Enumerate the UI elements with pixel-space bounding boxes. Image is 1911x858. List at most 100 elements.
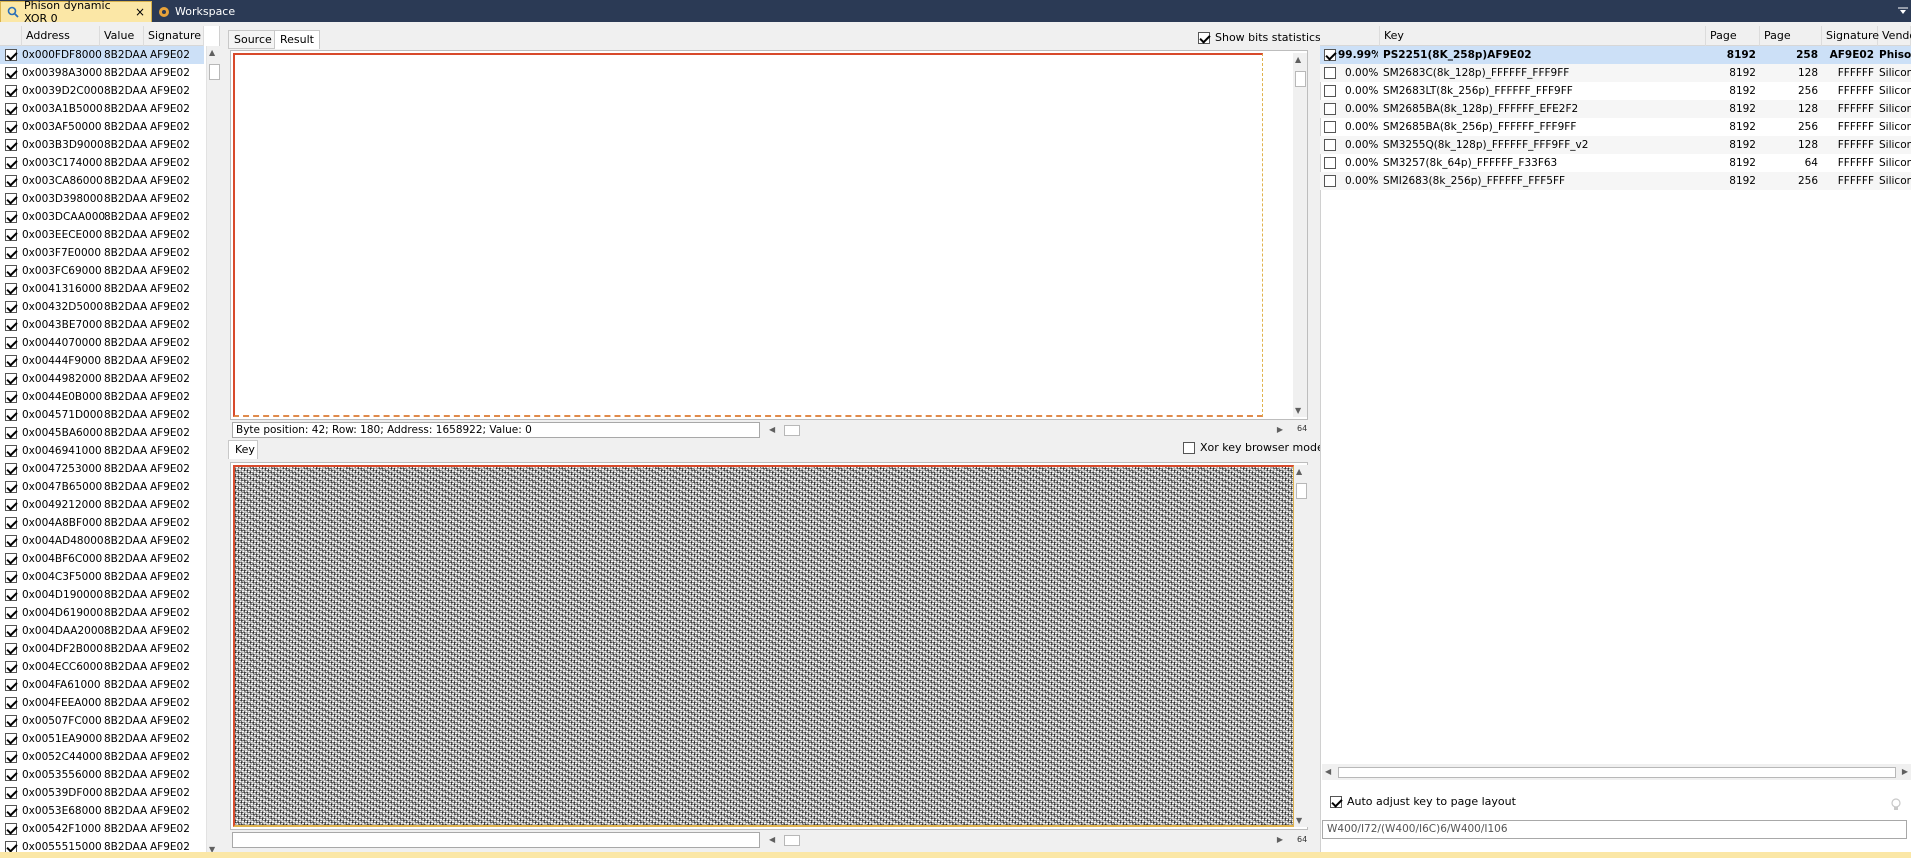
table-row[interactable]: 0x004BF6C000 8B2DAA AF9E02 bbox=[0, 550, 204, 568]
scroll-thumb[interactable] bbox=[1296, 483, 1307, 499]
table-row[interactable]: 0x004FA61000 8B2DAA AF9E02 bbox=[0, 676, 204, 694]
scroll-thumb[interactable] bbox=[1295, 71, 1306, 87]
table-row[interactable]: 0x0044982000 8B2DAA AF9E02 bbox=[0, 370, 204, 388]
table-row[interactable]: 0x00542F1000 8B2DAA AF9E02 bbox=[0, 820, 204, 838]
key-horizontal-scrollbar[interactable]: ◀ ▶ bbox=[766, 832, 1286, 848]
xor-key-browser-toggle[interactable]: Xor key browser mode bbox=[1178, 441, 1324, 454]
key-row-checkbox[interactable] bbox=[1324, 85, 1336, 97]
row-checkbox[interactable] bbox=[5, 211, 17, 223]
scroll-right-icon[interactable]: ▶ bbox=[1277, 425, 1283, 434]
row-checkbox[interactable] bbox=[5, 823, 17, 835]
table-row[interactable]: 0x0053E68000 8B2DAA AF9E02 bbox=[0, 802, 204, 820]
row-checkbox[interactable] bbox=[5, 121, 17, 133]
scroll-up-icon[interactable]: ▲ bbox=[1296, 467, 1302, 476]
table-row[interactable]: 0x0043BE7000 8B2DAA AF9E02 bbox=[0, 316, 204, 334]
key-row[interactable]: 0.00% SM3255Q(8k_128p)_FFFFFF_FFF9FF_v2 81… bbox=[1320, 136, 1911, 154]
table-row[interactable]: 0x003CA86000 8B2DAA AF9E02 bbox=[0, 172, 204, 190]
scroll-right-icon[interactable]: ▶ bbox=[1277, 835, 1283, 844]
key-row-checkbox[interactable] bbox=[1324, 67, 1336, 79]
row-checkbox[interactable] bbox=[5, 265, 17, 277]
row-checkbox[interactable] bbox=[5, 787, 17, 799]
row-checkbox[interactable] bbox=[5, 571, 17, 583]
header-key[interactable]: Key bbox=[1380, 26, 1706, 46]
tab-phison-dynamic-xor[interactable]: Phison dynamic XOR 0 × bbox=[0, 0, 152, 25]
row-checkbox[interactable] bbox=[5, 85, 17, 97]
table-row[interactable]: 0x00507FC000 8B2DAA AF9E02 bbox=[0, 712, 204, 730]
tab-result[interactable]: Result bbox=[274, 30, 320, 49]
row-checkbox[interactable] bbox=[5, 679, 17, 691]
address-list-scrollbar[interactable]: ▲ ▼ bbox=[206, 46, 220, 856]
row-checkbox[interactable] bbox=[5, 391, 17, 403]
row-checkbox[interactable] bbox=[5, 553, 17, 565]
table-row[interactable]: 0x00539DF000 8B2DAA AF9E02 bbox=[0, 784, 204, 802]
table-row[interactable]: 0x003D398000 8B2DAA AF9E02 bbox=[0, 190, 204, 208]
row-checkbox[interactable] bbox=[5, 445, 17, 457]
key-row[interactable]: 0.00% SM2685BA(8k_256p)_FFFFFF_FFF9FF 8192… bbox=[1320, 118, 1911, 136]
show-bits-checkbox[interactable] bbox=[1198, 31, 1210, 44]
scroll-right-icon[interactable]: ▶ bbox=[1902, 767, 1908, 776]
bulb-icon[interactable] bbox=[1889, 797, 1903, 811]
table-row[interactable]: 0x003AF50000 8B2DAA AF9E02 bbox=[0, 118, 204, 136]
scroll-left-icon[interactable]: ◀ bbox=[769, 835, 775, 844]
row-checkbox[interactable] bbox=[5, 463, 17, 475]
row-checkbox[interactable] bbox=[5, 499, 17, 511]
result-vertical-scrollbar[interactable]: ▲ ▼ bbox=[1293, 53, 1307, 417]
table-row[interactable]: 0x004D619000 8B2DAA AF9E02 bbox=[0, 604, 204, 622]
table-row[interactable]: 0x004C3F5000 8B2DAA AF9E02 bbox=[0, 568, 204, 586]
row-checkbox[interactable] bbox=[5, 643, 17, 655]
key-row-checkbox[interactable] bbox=[1324, 157, 1336, 169]
table-row[interactable]: 0x00444F9000 8B2DAA AF9E02 bbox=[0, 352, 204, 370]
header-vendor[interactable]: Vendor bbox=[1878, 26, 1911, 46]
key-row-checkbox[interactable] bbox=[1324, 175, 1336, 187]
table-row[interactable]: 0x0052C44000 8B2DAA AF9E02 bbox=[0, 748, 204, 766]
tab-source[interactable]: Source bbox=[228, 30, 278, 49]
key-row[interactable]: 0.00% SMI2683(8k_256p)_FFFFFF_FFF5FF 8192 2… bbox=[1320, 172, 1911, 190]
row-checkbox[interactable] bbox=[5, 697, 17, 709]
key-row-checkbox[interactable] bbox=[1324, 103, 1336, 115]
key-row-checkbox[interactable] bbox=[1324, 121, 1336, 133]
row-checkbox[interactable] bbox=[5, 535, 17, 547]
scroll-thumb[interactable] bbox=[784, 835, 800, 846]
table-row[interactable]: 0x004DAA2000 8B2DAA AF9E02 bbox=[0, 622, 204, 640]
row-checkbox[interactable] bbox=[5, 193, 17, 205]
table-row[interactable]: 0x0039D2C000 8B2DAA AF9E02 bbox=[0, 82, 204, 100]
scroll-left-icon[interactable]: ◀ bbox=[1325, 767, 1331, 776]
table-row[interactable]: 0x004571D000 8B2DAA AF9E02 bbox=[0, 406, 204, 424]
header-address[interactable]: Address bbox=[22, 26, 100, 46]
table-row[interactable]: 0x004DF2B000 8B2DAA AF9E02 bbox=[0, 640, 204, 658]
tab-key[interactable]: Key bbox=[228, 440, 258, 459]
auto-adjust-checkbox[interactable] bbox=[1330, 795, 1342, 808]
table-row[interactable]: 0x0046941000 8B2DAA AF9E02 bbox=[0, 442, 204, 460]
scroll-left-icon[interactable]: ◀ bbox=[769, 425, 775, 434]
table-row[interactable]: 0x00398A3000 8B2DAA AF9E02 bbox=[0, 64, 204, 82]
row-checkbox[interactable] bbox=[5, 247, 17, 259]
table-row[interactable]: 0x0044E0B000 8B2DAA AF9E02 bbox=[0, 388, 204, 406]
row-checkbox[interactable] bbox=[5, 427, 17, 439]
row-checkbox[interactable] bbox=[5, 625, 17, 637]
table-row[interactable]: 0x003EECE000 8B2DAA AF9E02 bbox=[0, 226, 204, 244]
header-signature[interactable]: Signature bbox=[1822, 26, 1879, 46]
row-checkbox[interactable] bbox=[5, 409, 17, 421]
table-row[interactable]: 0x003DCAA000 8B2DAA AF9E02 bbox=[0, 208, 204, 226]
table-row[interactable]: 0x003B3D9000 8B2DAA AF9E02 bbox=[0, 136, 204, 154]
row-checkbox[interactable] bbox=[5, 805, 17, 817]
row-checkbox[interactable] bbox=[5, 337, 17, 349]
key-bitmap-view[interactable] bbox=[233, 465, 1294, 827]
header-page-count[interactable]: Page count bbox=[1760, 26, 1822, 62]
row-checkbox[interactable] bbox=[5, 175, 17, 187]
row-checkbox[interactable] bbox=[5, 769, 17, 781]
row-checkbox[interactable] bbox=[5, 67, 17, 79]
row-checkbox[interactable] bbox=[5, 481, 17, 493]
key-vertical-scrollbar[interactable]: ▲ ▼ bbox=[1294, 465, 1308, 827]
key-row[interactable]: 0.00% SM3257(8k_64p)_FFFFFF_F33F63 8192 64 F… bbox=[1320, 154, 1911, 172]
key-row[interactable]: 99.99% PS2251(8K_258p)AF9E02 8192 258 AF9E02… bbox=[1320, 46, 1911, 64]
table-row[interactable]: 0x003F7E0000 8B2DAA AF9E02 bbox=[0, 244, 204, 262]
table-row[interactable]: 0x004FEEA000 8B2DAA AF9E02 bbox=[0, 694, 204, 712]
table-row[interactable]: 0x004AD48000 8B2DAA AF9E02 bbox=[0, 532, 204, 550]
close-icon[interactable]: × bbox=[135, 5, 145, 19]
table-row[interactable]: 0x0045BA6000 8B2DAA AF9E02 bbox=[0, 424, 204, 442]
row-checkbox[interactable] bbox=[5, 139, 17, 151]
show-bits-statistics-toggle[interactable]: Show bits statistics bbox=[1193, 31, 1321, 44]
key-row[interactable]: 0.00% SM2685BA(8k_128p)_FFFFFF_EFE2F2 8192… bbox=[1320, 100, 1911, 118]
table-row[interactable]: 0x003FC69000 8B2DAA AF9E02 bbox=[0, 262, 204, 280]
